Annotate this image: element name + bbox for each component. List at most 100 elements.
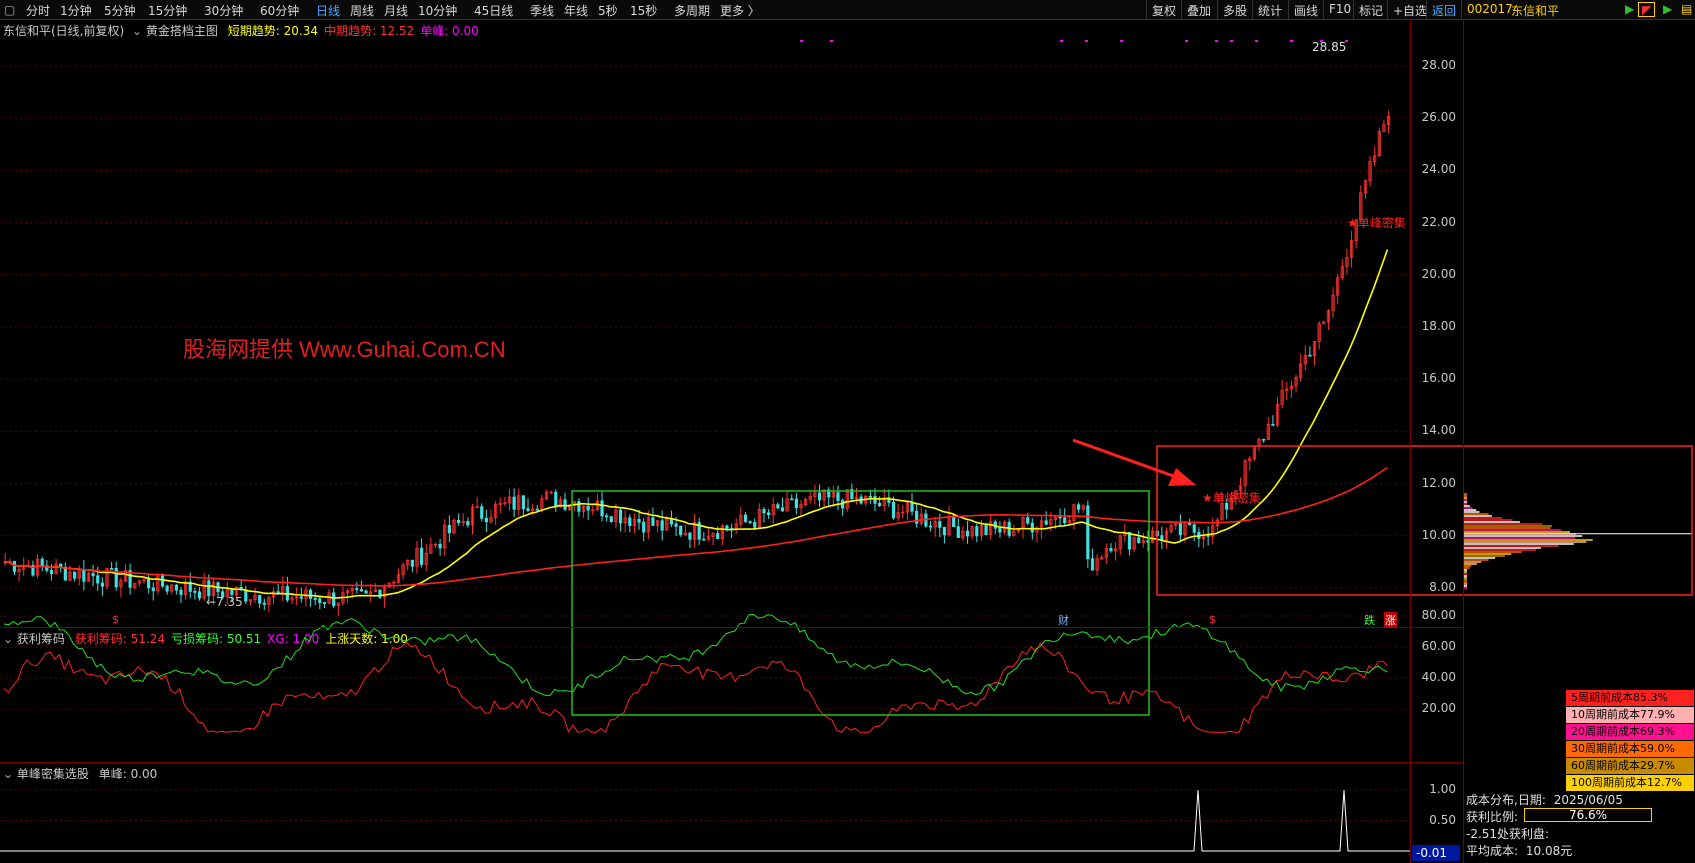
sub2-current-value-badge: -0.01 <box>1412 845 1460 861</box>
candle-body <box>299 596 303 599</box>
watermark-text: 股海网提供 Www.Guhai.Com.CN <box>183 337 506 362</box>
chip-date-row: 成本分布,日期: 2025/06/05 <box>1466 791 1623 808</box>
sub1-tick-1: 60.00 <box>1421 639 1456 653</box>
low-price-label: ←7.35 <box>206 595 243 609</box>
chip-avg-cost: 10.08元 <box>1525 844 1573 858</box>
signal-dot <box>800 40 803 42</box>
signal-dot <box>1290 40 1293 42</box>
chip-legend-row-1: 10周期前成本77.9% <box>1566 707 1694 723</box>
marker-dollar-1: $ <box>112 613 119 626</box>
candle-body <box>618 509 623 524</box>
signal-dot <box>830 40 833 42</box>
candle-body <box>12 560 17 572</box>
pointer-arrow-head <box>1168 468 1196 486</box>
candle-body <box>1109 548 1113 552</box>
candle-body <box>466 521 470 526</box>
main_panel-tick-8: 12.00 <box>1421 475 1456 490</box>
chip-avg-cost-row: 平均成本: 10.08元 <box>1466 842 1572 859</box>
candle-body <box>873 496 877 504</box>
chip-legend-row-0: 5周期前成本85.3% <box>1566 690 1694 706</box>
candle-body <box>82 569 86 582</box>
candle-body <box>679 525 683 536</box>
candle-body <box>776 504 780 509</box>
sub1-sub2-separator[interactable] <box>0 762 1463 763</box>
candle-body <box>174 584 178 591</box>
sub1-tick-0: 80.00 <box>1421 608 1456 622</box>
candle-body <box>975 526 979 537</box>
candle-body <box>359 589 364 592</box>
candle-body <box>313 598 317 600</box>
signal-dot <box>1120 40 1123 42</box>
profit-ratio-bar: 76.6% <box>1524 808 1652 822</box>
candle-body <box>938 521 942 528</box>
candle-body <box>512 496 516 510</box>
main_panel-tick-3: 22.00 <box>1421 214 1456 229</box>
main-sub1-separator[interactable] <box>0 627 1463 628</box>
candle-body <box>1206 534 1210 537</box>
candle-body <box>308 589 313 599</box>
candle-body <box>40 558 44 567</box>
candle-body <box>1178 523 1182 536</box>
candle-body <box>651 517 655 526</box>
signal-label-mid: ★单峰密集 <box>1202 491 1261 505</box>
candle-body <box>577 501 581 512</box>
candle-body <box>817 492 822 501</box>
chip-avg-cost-label: 平均成本: <box>1466 844 1519 858</box>
candle-body <box>521 495 525 510</box>
main_panel-tick-10: 8.00 <box>1429 580 1456 594</box>
candle-body <box>262 602 266 605</box>
candle-body <box>716 533 720 539</box>
candle-body <box>984 525 988 536</box>
candle-body <box>1030 522 1034 533</box>
candle-body <box>642 521 646 533</box>
breakout-box <box>1156 445 1693 596</box>
candle-body <box>100 582 104 587</box>
candle-body <box>605 515 609 518</box>
sub1-tick-2: 40.00 <box>1421 670 1456 684</box>
chip-profit-label: 获利比例: <box>1466 810 1519 824</box>
short-trend-line <box>3 249 1389 599</box>
candle-body <box>586 505 590 511</box>
marker-rise: 涨 <box>1384 612 1397 628</box>
sub1-tick-3: 20.00 <box>1421 701 1456 715</box>
sub2-tick-1: 0.50 <box>1429 812 1456 827</box>
chip-legend-row-4: 60周期前成本29.7% <box>1566 758 1694 774</box>
chip-legend-row-5: 100周期前成本12.7% <box>1566 775 1694 791</box>
candle-body <box>725 525 729 529</box>
candle-body <box>179 589 183 595</box>
candle-body <box>702 538 706 541</box>
main_panel-tick-7: 14.00 <box>1421 423 1456 438</box>
candle-body <box>197 591 202 599</box>
candle-body <box>891 502 896 519</box>
candle-body <box>276 591 280 594</box>
candle-body <box>660 520 664 531</box>
candle-body <box>526 508 530 512</box>
candle-body <box>1090 558 1095 571</box>
candle-body <box>1271 423 1275 426</box>
candle-body <box>447 524 451 534</box>
signal-dot <box>1255 40 1258 42</box>
signal-dot <box>1085 40 1088 42</box>
candle-body <box>767 512 771 516</box>
candle-body <box>484 517 488 523</box>
signal-dot <box>1185 40 1188 42</box>
candle-body <box>63 566 67 581</box>
candle-body <box>1044 520 1048 525</box>
candle-body <box>965 530 970 537</box>
high-price-label: 28.85 <box>1312 40 1347 54</box>
candle-body <box>554 491 558 508</box>
candle-body <box>258 594 262 604</box>
candle-body <box>1063 517 1067 524</box>
signal-dot <box>1060 40 1063 42</box>
main_panel-tick-1: 26.00 <box>1421 110 1456 125</box>
candle-body <box>318 598 322 604</box>
candle-body <box>480 506 484 519</box>
candle-body <box>193 590 197 593</box>
candle-body <box>419 547 424 565</box>
candle-body <box>151 587 155 592</box>
right-panel-divider <box>1463 19 1464 863</box>
sub2-tick-0: 1.00 <box>1429 782 1456 796</box>
candle-body <box>910 502 914 512</box>
profit-chips-line <box>3 641 1388 734</box>
main_panel-tick-0: 28.00 <box>1421 58 1456 72</box>
